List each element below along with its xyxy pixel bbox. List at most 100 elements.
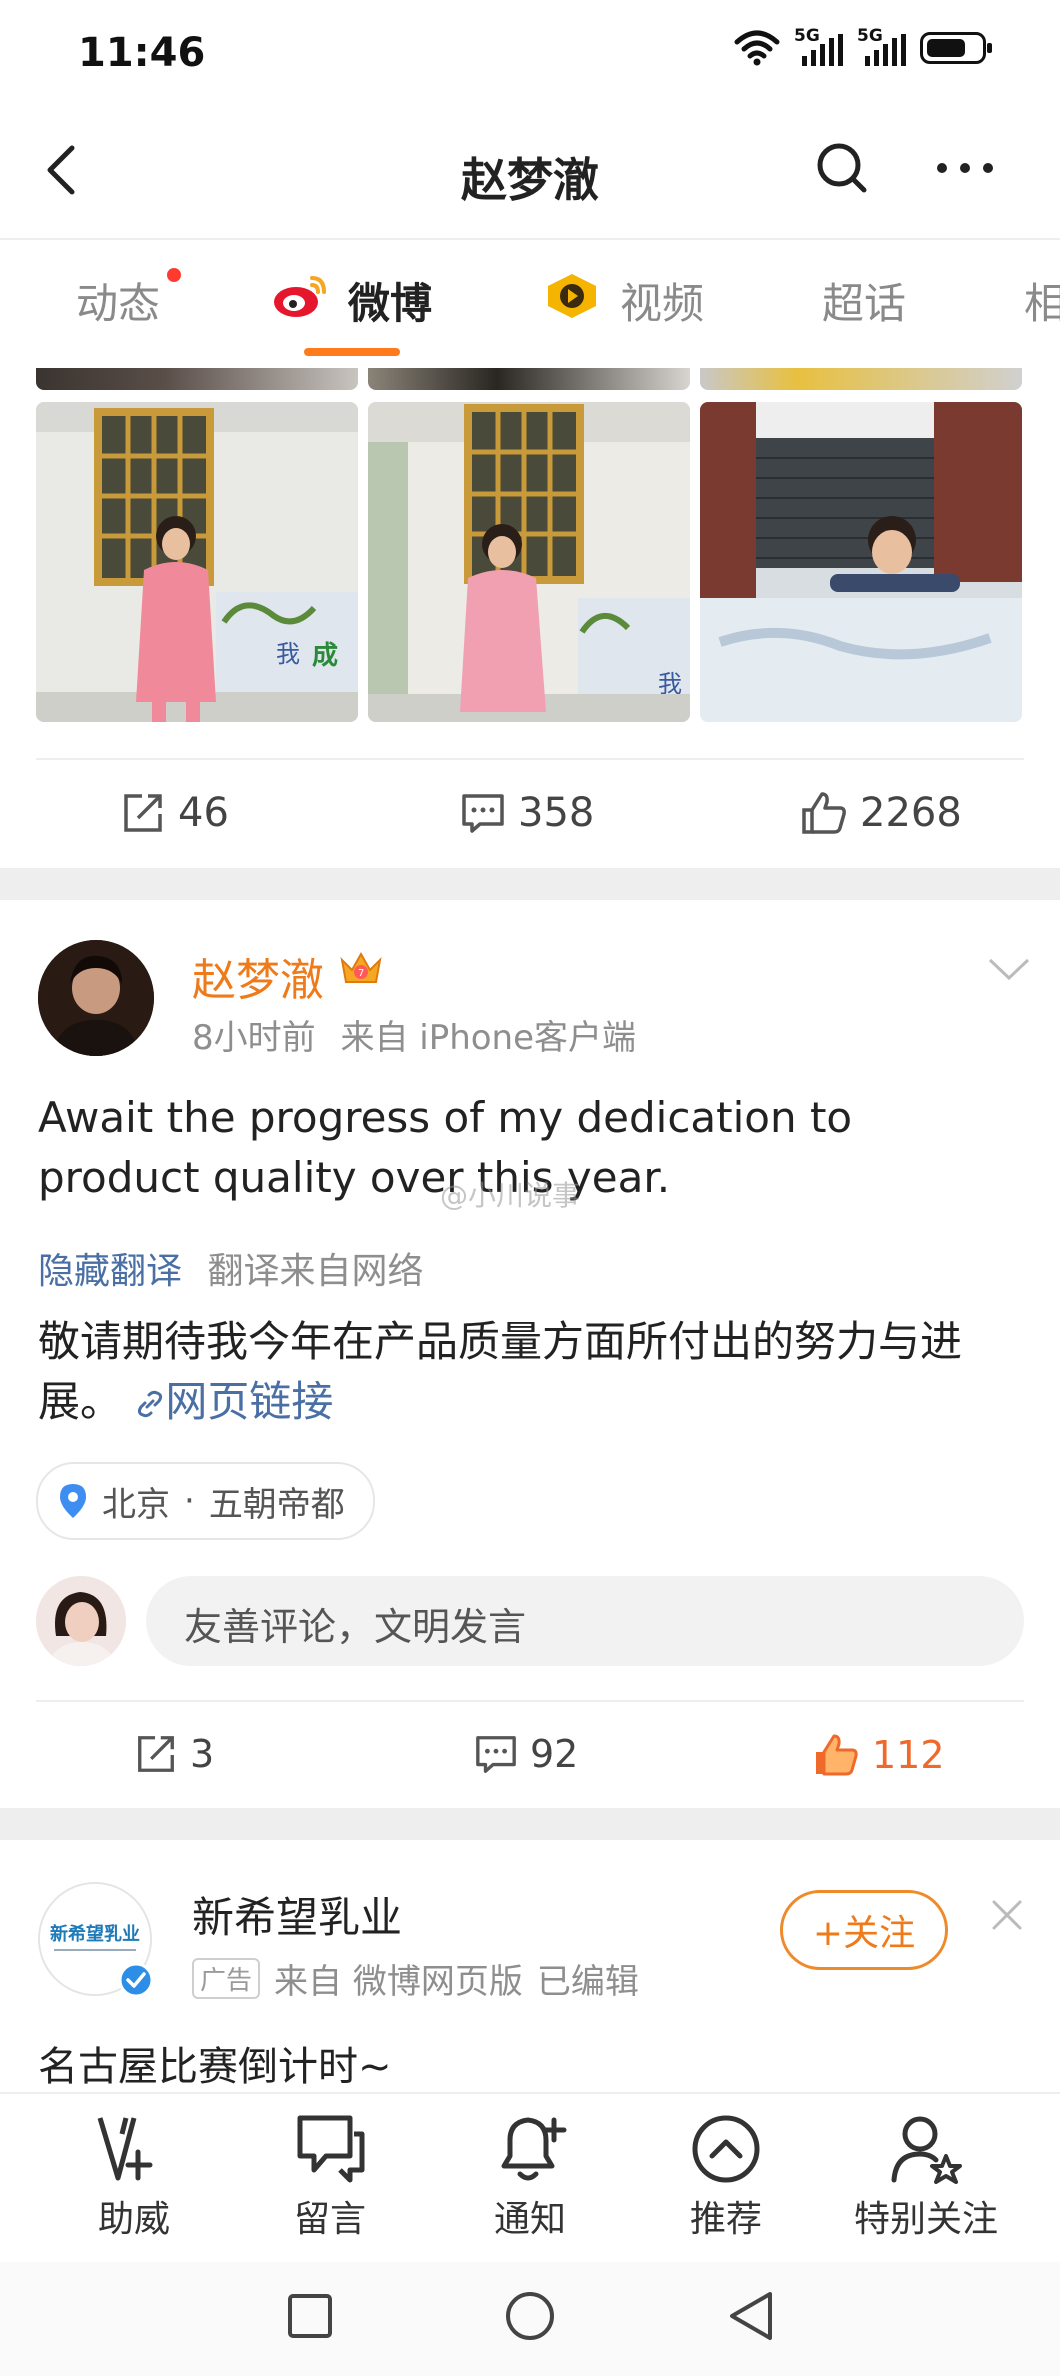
comment-placeholder: 友善评论，文明发言 (184, 1605, 527, 1649)
ad-meta: 广告 来自 微博网页版 已编辑 (192, 1954, 639, 2003)
location-subtitle: 五朝帝都 (208, 1484, 345, 1525)
link-icon (138, 1390, 163, 1418)
comment-button[interactable]: 358 (460, 790, 594, 836)
message-label: 留言 (293, 2199, 366, 2240)
like-count: 112 (872, 1733, 945, 1777)
photo-thumbnail[interactable] (700, 402, 1022, 722)
avatar-portrait (36, 1576, 126, 1666)
section-gap (0, 868, 1060, 900)
tab-super-topic[interactable]: 超话 (822, 270, 906, 331)
photo-thumbnail[interactable]: 我 (368, 402, 690, 722)
chevron-up-circle-icon (692, 2115, 760, 2183)
network-type: 5G (794, 26, 820, 46)
more-dots-icon (937, 163, 993, 173)
back-nav-icon[interactable] (726, 2290, 776, 2342)
photo-thumbnail[interactable] (36, 368, 358, 390)
vip-crown-icon: 7 (340, 951, 382, 983)
notify-label: 通知 (493, 2199, 566, 2240)
comment-icon (476, 1736, 516, 1773)
wifi-icon (734, 30, 780, 66)
location-separator: · (184, 1481, 195, 1521)
author-avatar[interactable] (38, 940, 154, 1056)
signal-icon: 5G (794, 26, 843, 66)
tab-weibo[interactable]: 微博 (348, 270, 432, 331)
divider (36, 758, 1024, 760)
repost-button[interactable]: 46 (120, 790, 229, 836)
repost-count: 3 (190, 1732, 215, 1776)
ad-badge: 广告 (192, 1958, 261, 1999)
location-name: 北京 (102, 1484, 170, 1525)
follow-button[interactable]: +关注 (780, 1890, 948, 1970)
svg-text:7: 7 (358, 968, 364, 979)
search-button[interactable] (812, 138, 872, 198)
repost-icon (124, 794, 162, 832)
recommend-button[interactable]: 推荐 (626, 2112, 826, 2242)
hide-translation-link[interactable]: 隐藏翻译 (38, 1251, 182, 1292)
comment-count: 358 (518, 790, 595, 836)
translation-row: 隐藏翻译 翻译来自网络 (38, 1242, 423, 1294)
unread-dot (167, 268, 181, 282)
watermark: @小川说事 (440, 1179, 581, 1212)
system-nav-bar (0, 2262, 1060, 2376)
post-text: 敬请期待我今年在产品质量方面所付出的努力与进展。 网页链接 (38, 1312, 1028, 1432)
profile-tabs: 动态 微博 视频 超话 相 (0, 240, 1060, 368)
more-button[interactable] (930, 138, 1000, 198)
comment-button[interactable]: 92 (474, 1732, 578, 1776)
home-icon[interactable] (504, 2290, 556, 2342)
repost-count: 46 (178, 790, 229, 836)
photo-thumbnail[interactable] (700, 368, 1022, 390)
video-tab-icon (548, 274, 596, 318)
like-button[interactable]: 112 (812, 1732, 945, 1778)
location-chip[interactable]: 北京 · 五朝帝都 (36, 1462, 375, 1540)
bell-plus-icon (501, 2117, 567, 2181)
advertiser-name[interactable]: 新希望乳业 (192, 1884, 402, 1945)
post-time: 8小时前 (192, 1018, 316, 1058)
top-bar: 赵梦澈 (0, 110, 1060, 240)
notify-button[interactable]: 通知 (430, 2112, 630, 2242)
ad-source: 来自 微博网页版 (274, 1962, 523, 2002)
cheer-icon (97, 2117, 153, 2181)
repost-icon (138, 1736, 174, 1772)
verified-badge-icon (118, 1962, 154, 1998)
cheer-button[interactable]: 助威 (34, 2112, 234, 2242)
ad-edited: 已编辑 (536, 1962, 639, 2002)
avatar-portrait (38, 940, 154, 1056)
special-follow-button[interactable]: 特别关注 (826, 2112, 1026, 2242)
web-link-label: 网页链接 (165, 1377, 334, 1426)
photo-girl-pink-jacket: 我 成 (36, 402, 358, 722)
section-gap (0, 1808, 1060, 1840)
ad-text: 名古屋比赛倒计时~ (38, 2044, 392, 2090)
active-tab-indicator (304, 348, 400, 356)
special-follow-label: 特别关注 (853, 2199, 998, 2240)
photo-thumbnail[interactable]: 我 成 (36, 402, 358, 722)
cheer-label: 助威 (97, 2199, 170, 2240)
status-time: 11:46 (78, 30, 206, 76)
translation-source: 翻译来自网络 (207, 1251, 424, 1292)
user-star-icon (891, 2116, 962, 2184)
tab-album[interactable]: 相 (1024, 270, 1060, 331)
like-button[interactable]: 2268 (800, 790, 962, 836)
tab-video[interactable]: 视频 (620, 270, 704, 331)
svg-text:我: 我 (658, 670, 682, 698)
thumbs-up-filled-icon (816, 1734, 858, 1776)
author-name[interactable]: 赵梦澈 (192, 944, 324, 1008)
divider (36, 1700, 1024, 1702)
repost-button[interactable]: 3 (134, 1732, 214, 1776)
svg-text:我: 我 (276, 640, 300, 668)
recommend-label: 推荐 (689, 2199, 762, 2240)
comment-input[interactable]: 友善评论，文明发言 (146, 1576, 1024, 1666)
close-icon[interactable] (990, 1898, 1024, 1932)
photo-thumbnail[interactable] (368, 368, 690, 390)
photo-girl-pink-coat: 我 (368, 402, 690, 722)
message-icon (297, 2115, 365, 2183)
message-button[interactable]: 留言 (230, 2112, 430, 2242)
user-avatar (36, 1576, 126, 1666)
like-count: 2268 (860, 790, 962, 836)
web-link[interactable]: 网页链接 (135, 1377, 333, 1426)
location-pin-icon (60, 1484, 86, 1518)
recent-apps-icon[interactable] (286, 2292, 334, 2340)
svg-text:成: 成 (312, 641, 338, 671)
chevron-down-icon[interactable] (986, 954, 1032, 984)
tab-dynamic[interactable]: 动态 (76, 270, 160, 331)
thumbs-up-icon (802, 792, 846, 834)
